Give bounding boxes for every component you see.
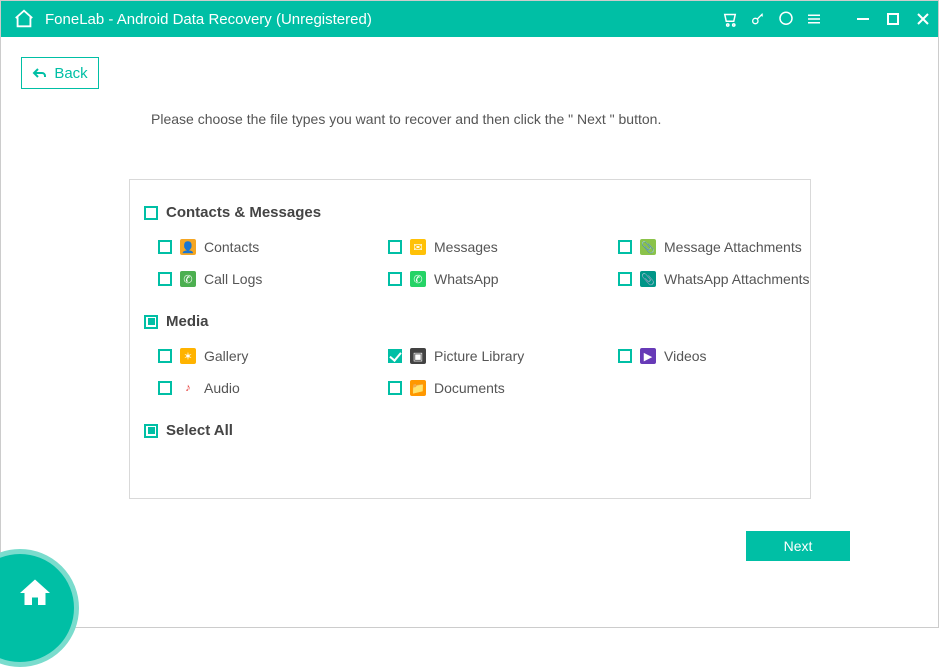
checkbox-contacts[interactable] <box>158 240 172 254</box>
checkbox-videos[interactable] <box>618 349 632 363</box>
item-label: Call Logs <box>204 271 262 287</box>
checkbox-audio[interactable] <box>158 381 172 395</box>
checkbox-gallery[interactable] <box>158 349 172 363</box>
item-label: Documents <box>434 380 505 396</box>
contacts-grid: 👤Contacts✉Messages📎Message Attachments✆C… <box>144 239 796 287</box>
audio-icon: ♪ <box>180 380 196 396</box>
item-label: Messages <box>434 239 498 255</box>
section-header-media[interactable]: Media <box>144 313 796 330</box>
app-logo-icon <box>13 8 35 30</box>
select-all-label: Select All <box>166 422 233 439</box>
home-icon <box>17 575 53 611</box>
checkbox-documents[interactable] <box>388 381 402 395</box>
next-button[interactable]: Next <box>746 531 850 561</box>
media-item[interactable]: ✶ Gallery <box>158 348 388 364</box>
contacts-item[interactable]: 📎 WhatsApp Attachments <box>618 271 818 287</box>
videos-icon: ▶ <box>640 348 656 364</box>
back-button[interactable]: Back <box>21 57 99 89</box>
window-title: FoneLab - Android Data Recovery (Unregis… <box>45 11 372 28</box>
call-logs-icon: ✆ <box>180 271 196 287</box>
item-label: WhatsApp Attachments <box>664 271 810 287</box>
minimize-button[interactable] <box>848 5 878 33</box>
checkbox-select-all[interactable] <box>144 424 158 438</box>
item-label: Message Attachments <box>664 239 802 255</box>
feedback-icon[interactable] <box>772 5 800 33</box>
cart-icon[interactable] <box>716 5 744 33</box>
section-header-media-label: Media <box>166 313 209 330</box>
contacts-icon: 👤 <box>180 239 196 255</box>
checkbox-messages[interactable] <box>388 240 402 254</box>
contacts-item[interactable]: 👤 Contacts <box>158 239 388 255</box>
contacts-item[interactable]: ✆ WhatsApp <box>388 271 618 287</box>
media-grid: ✶ Gallery ▣ Picture Library ▶ Videos ♪ Audio 📁 Do… <box>144 348 796 396</box>
title-bar: FoneLab - Android Data Recovery (Unregis… <box>1 1 938 37</box>
checkbox-contacts-section[interactable] <box>144 206 158 220</box>
file-type-panel: Contacts & Messages 👤 Contacts ✉ Messages 📎 M… <box>129 179 811 499</box>
checkbox-whatsapp[interactable] <box>388 272 402 286</box>
message-attachments-icon: 📎 <box>640 239 656 255</box>
close-button[interactable] <box>908 5 938 33</box>
item-label: Videos <box>664 348 707 364</box>
instruction-text: Please choose the file types you want to… <box>151 111 938 127</box>
checkbox-call-logs[interactable] <box>158 272 172 286</box>
key-icon[interactable] <box>744 5 772 33</box>
checkbox-whatsapp-attachments[interactable] <box>618 272 632 286</box>
media-item[interactable]: 📁 Documents <box>388 380 618 396</box>
item-label: Gallery <box>204 348 248 364</box>
contacts-item[interactable]: ✉ Messages <box>388 239 618 255</box>
item-label: Audio <box>204 380 240 396</box>
picture-library-icon: ▣ <box>410 348 426 364</box>
checkbox-message-attachments[interactable] <box>618 240 632 254</box>
whatsapp-icon: ✆ <box>410 271 426 287</box>
checkbox-picture-library[interactable] <box>388 349 402 363</box>
back-arrow-icon <box>32 67 46 79</box>
item-label: Picture Library <box>434 348 524 364</box>
gallery-icon: ✶ <box>180 348 196 364</box>
menu-icon[interactable] <box>800 5 828 33</box>
documents-icon: 📁 <box>410 380 426 396</box>
select-all-row[interactable]: Select All <box>144 422 796 439</box>
maximize-button[interactable] <box>878 5 908 33</box>
home-bubble-button[interactable] <box>0 549 79 667</box>
messages-icon: ✉ <box>410 239 426 255</box>
next-button-label: Next <box>784 538 813 554</box>
back-button-label: Back <box>54 65 87 82</box>
media-item[interactable]: ▣ Picture Library <box>388 348 618 364</box>
section-header-contacts[interactable]: Contacts & Messages <box>144 204 796 221</box>
media-item[interactable]: ▶ Videos <box>618 348 818 364</box>
whatsapp-attachments-icon: 📎 <box>640 271 656 287</box>
media-item[interactable]: ♪ Audio <box>158 380 388 396</box>
contacts-item[interactable]: ✆ Call Logs <box>158 271 388 287</box>
section-header-contacts-label: Contacts & Messages <box>166 204 321 221</box>
checkbox-media-section[interactable] <box>144 315 158 329</box>
item-label: WhatsApp <box>434 271 499 287</box>
item-label: Contacts <box>204 239 259 255</box>
contacts-item[interactable]: 📎 Message Attachments <box>618 239 818 255</box>
